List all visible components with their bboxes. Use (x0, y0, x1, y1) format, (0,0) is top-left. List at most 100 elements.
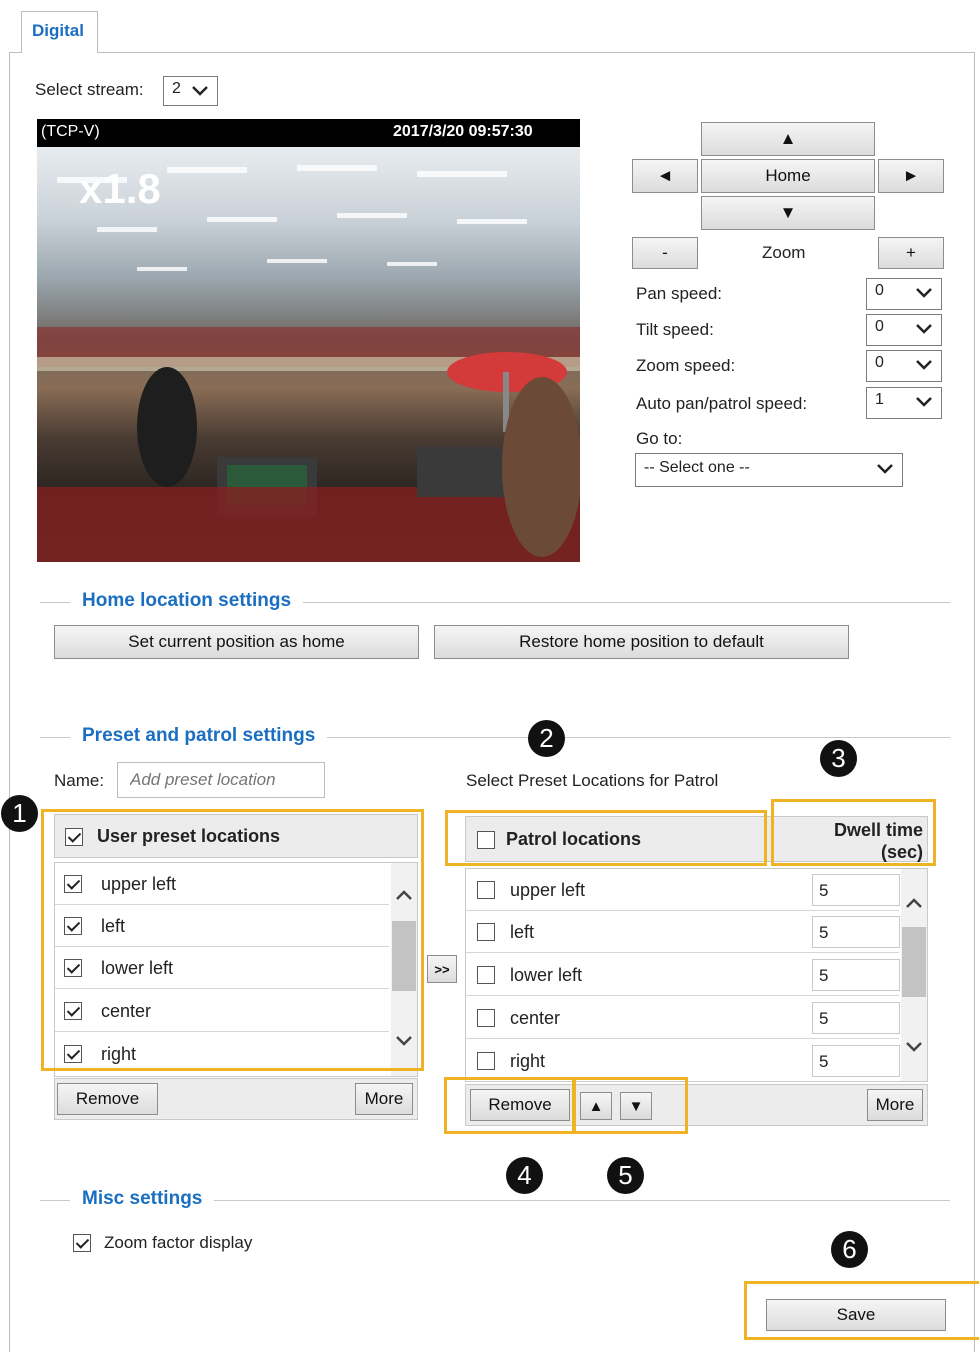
item-label: right (510, 1051, 546, 1071)
zoom-display-label: Zoom factor display (104, 1233, 253, 1252)
zoom-in-label: + (906, 243, 916, 262)
tilt-speed-value: 0 (875, 318, 884, 335)
tab-digital[interactable]: Digital (21, 11, 98, 53)
chevron-down-icon (916, 397, 932, 407)
item-label: lower left (510, 965, 583, 985)
zoom-out-label: - (662, 243, 668, 262)
misc-section-title: Misc settings (70, 1188, 215, 1210)
set-home-label: Set current position as home (128, 632, 345, 651)
item-checkbox[interactable] (477, 923, 495, 941)
highlight-reorder (572, 1077, 688, 1134)
dwell-input[interactable]: 5 (812, 959, 900, 991)
home-button[interactable]: Home (701, 159, 875, 193)
chevron-down-icon[interactable] (905, 1041, 923, 1053)
goto-select-value: -- Select one -- (644, 459, 750, 476)
chevron-up-icon[interactable] (905, 897, 923, 909)
arrow-left-icon: ◄ (656, 166, 674, 185)
zoom-factor-overlay: x1.8 (79, 165, 161, 212)
item-label: left (510, 922, 535, 942)
preset-name-label: Name: (54, 771, 105, 790)
user-more-label: More (364, 1089, 404, 1108)
pan-speed-label: Pan speed: (636, 284, 723, 303)
dwell-input[interactable]: 5 (812, 916, 900, 948)
arrow-up-icon: ▲ (779, 129, 797, 148)
patrol-list: upper left 5 left 5 lower left 5 center … (465, 868, 928, 1082)
dwell-input[interactable]: 5 (812, 1002, 900, 1034)
tilt-speed-select[interactable]: 0 (866, 314, 942, 346)
patrol-scrollbar[interactable] (901, 869, 927, 1081)
chevron-down-icon (916, 288, 932, 298)
set-home-button[interactable]: Set current position as home (54, 625, 419, 659)
highlight-remove (444, 1077, 576, 1134)
tilt-up-button[interactable]: ▲ (701, 122, 875, 156)
table-row[interactable]: left 5 (466, 911, 900, 953)
zoom-speed-value: 0 (875, 354, 884, 371)
zoom-label: Zoom (762, 243, 806, 262)
table-row[interactable]: right 5 (466, 1040, 900, 1081)
callout-badge-6: 6 (831, 1231, 868, 1268)
item-checkbox[interactable] (477, 881, 495, 899)
pan-right-button[interactable]: ► (878, 159, 944, 193)
zoom-speed-select[interactable]: 0 (866, 350, 942, 382)
item-checkbox[interactable] (477, 1009, 495, 1027)
chevron-down-icon (192, 86, 208, 96)
goto-label: Go to: (636, 429, 683, 448)
tilt-down-button[interactable]: ▼ (701, 196, 875, 230)
add-to-patrol-button[interactable]: >> (427, 955, 457, 983)
chevron-down-icon (916, 360, 932, 370)
select-stream-label: Select stream: (35, 80, 144, 99)
highlight-user-presets (41, 809, 424, 1071)
video-frame: x1.8 (37, 147, 580, 562)
chevron-down-icon (877, 464, 893, 474)
pan-left-button[interactable]: ◄ (632, 159, 698, 193)
table-row[interactable]: upper left 5 (466, 869, 900, 911)
item-checkbox[interactable] (477, 1052, 495, 1070)
item-label: center (510, 1008, 561, 1028)
highlight-save (744, 1281, 979, 1340)
home-button-label: Home (765, 166, 811, 185)
callout-badge-2: 2 (528, 720, 565, 757)
restore-home-button[interactable]: Restore home position to default (434, 625, 849, 659)
item-checkbox[interactable] (477, 966, 495, 984)
add-to-patrol-label: >> (434, 961, 450, 977)
zoom-in-button[interactable]: + (878, 237, 944, 269)
callout-badge-4: 4 (506, 1157, 543, 1194)
home-section-title: Home location settings (70, 590, 304, 612)
dwell-input[interactable]: 5 (812, 874, 900, 906)
scroll-thumb[interactable] (902, 927, 926, 997)
zoom-speed-label: Zoom speed: (636, 356, 736, 375)
tilt-speed-label: Tilt speed: (636, 320, 714, 339)
user-remove-button[interactable]: Remove (57, 1083, 158, 1115)
auto-speed-value: 1 (875, 391, 884, 408)
highlight-patrol-header (445, 810, 767, 866)
callout-badge-5: 5 (607, 1157, 644, 1194)
auto-speed-select[interactable]: 1 (866, 387, 942, 419)
preset-section-title: Preset and patrol settings (70, 725, 328, 747)
user-more-button[interactable]: More (355, 1083, 413, 1115)
timestamp: 2017/3/20 09:57:30 (393, 123, 533, 140)
highlight-dwell-time (771, 799, 936, 866)
auto-speed-label: Auto pan/patrol speed: (636, 394, 808, 413)
item-label: upper left (510, 880, 586, 900)
zoom-display-checkbox[interactable] (73, 1234, 91, 1252)
patrol-more-button[interactable]: More (867, 1089, 923, 1121)
arrow-down-icon: ▼ (779, 203, 797, 222)
preset-name-input[interactable] (117, 762, 325, 798)
stream-select[interactable]: 2 (163, 76, 218, 106)
user-remove-label: Remove (75, 1089, 140, 1108)
live-video[interactable]: (TCP-V) 2017/3/20 09:57:30 x1.8 (37, 119, 580, 562)
pan-speed-select[interactable]: 0 (866, 278, 942, 310)
restore-home-label: Restore home position to default (519, 632, 764, 651)
pan-speed-value: 0 (875, 282, 884, 299)
protocol-label: (TCP-V) (41, 123, 100, 140)
dwell-input[interactable]: 5 (812, 1045, 900, 1077)
arrow-right-icon: ► (902, 166, 920, 185)
table-row[interactable]: center 5 (466, 997, 900, 1039)
patrol-more-label: More (875, 1095, 915, 1114)
chevron-down-icon (916, 324, 932, 334)
goto-select[interactable]: -- Select one -- (635, 453, 903, 487)
zoom-out-button[interactable]: - (632, 237, 698, 269)
callout-badge-3: 3 (820, 740, 857, 777)
table-row[interactable]: lower left 5 (466, 954, 900, 996)
video-status-bar: (TCP-V) 2017/3/20 09:57:30 (37, 119, 580, 147)
